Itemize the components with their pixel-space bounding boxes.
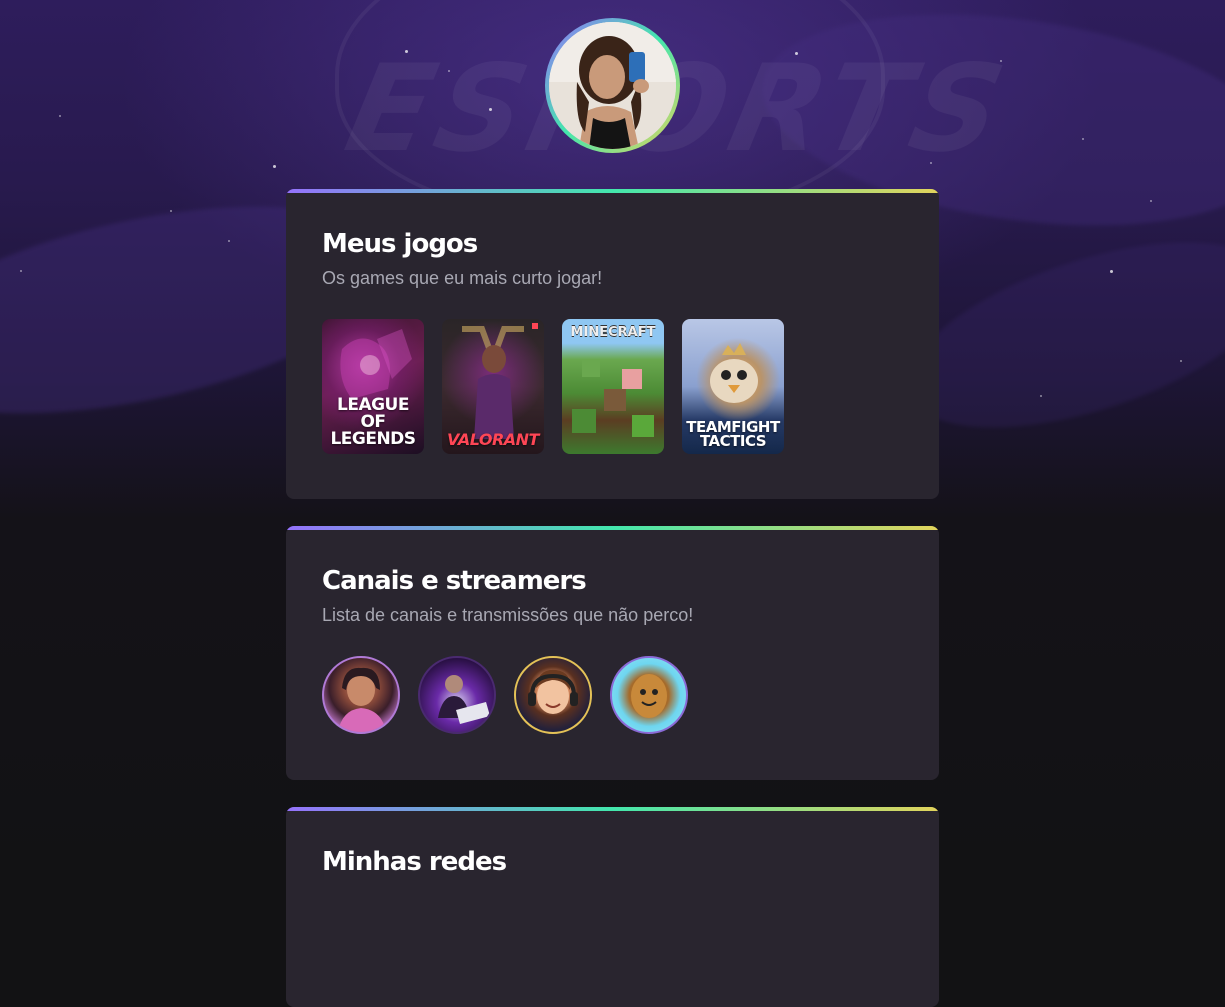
streamer-avatar-1[interactable]: [322, 656, 400, 734]
game-league-of-legends[interactable]: LEAGUE OF LEGENDS: [322, 319, 424, 454]
games-list: LEAGUE OF LEGENDS VALORANT MINECRAFT TEA…: [322, 319, 903, 454]
game-minecraft[interactable]: MINECRAFT: [562, 319, 664, 454]
streamers-list: [322, 656, 903, 734]
game-title: LEAGUE OF LEGENDS: [330, 395, 416, 449]
game-title: TEAMFIGHT TACTICS: [686, 418, 780, 450]
streamers-section-subtitle: Lista de canais e transmissões que não p…: [322, 605, 694, 625]
streamer-avatar-2[interactable]: [418, 656, 496, 734]
games-section-title: Meus jogos: [322, 229, 478, 259]
streamers-section-title: Canais e streamers: [322, 566, 587, 596]
streamers-card: Canais e streamers Lista de canais e tra…: [286, 526, 939, 780]
streamer-avatar-4[interactable]: [610, 656, 688, 734]
socials-card: Minhas redes: [286, 807, 939, 1007]
game-title: MINECRAFT: [570, 325, 656, 340]
profile-avatar: [545, 18, 680, 153]
user-photo-avatar: [549, 22, 676, 149]
games-card: Meus jogos Os games que eu mais curto jo…: [286, 189, 939, 499]
streamer-avatar-3[interactable]: [514, 656, 592, 734]
game-teamfight-tactics[interactable]: TEAMFIGHT TACTICS: [682, 319, 784, 454]
games-section-subtitle: Os games que eu mais curto jogar!: [322, 268, 603, 288]
game-title: VALORANT: [447, 430, 539, 449]
socials-section-title: Minhas redes: [322, 847, 507, 877]
game-valorant[interactable]: VALORANT: [442, 319, 544, 454]
